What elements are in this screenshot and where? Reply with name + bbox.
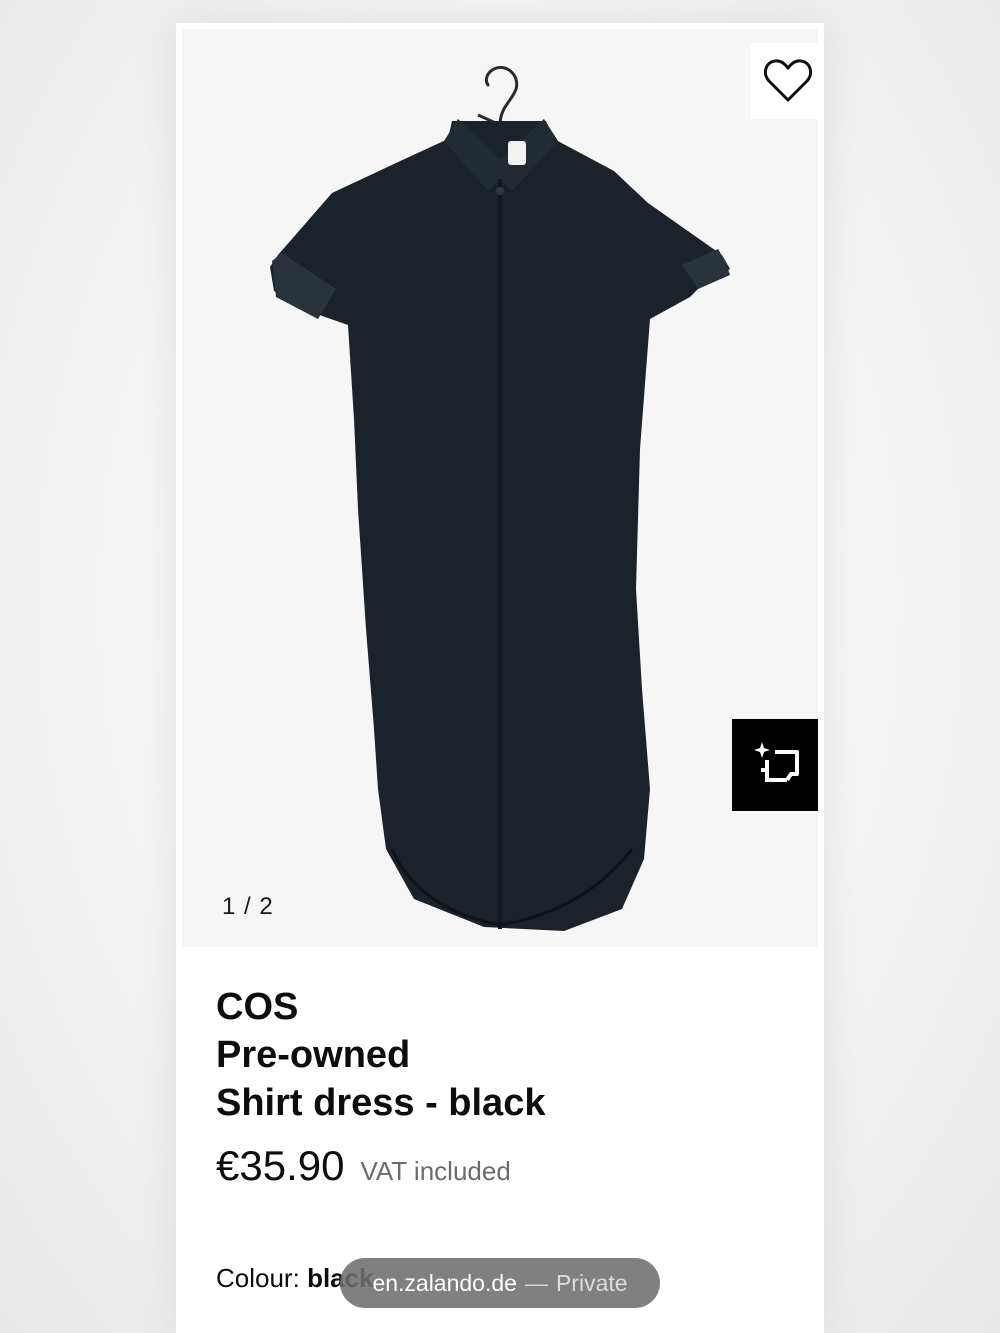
product-image[interactable] — [182, 29, 818, 947]
price-row: €35.90 VAT included — [216, 1141, 796, 1191]
product-card: 1 / 2 COS Pre-owned Shirt dress - black … — [176, 23, 824, 1333]
product-condition: Pre-owned — [216, 1034, 411, 1076]
image-pager: 1 / 2 — [222, 893, 274, 920]
colour-label: Colour: — [216, 1263, 300, 1293]
product-brand[interactable]: COS — [216, 983, 796, 1031]
browser-url-pill[interactable]: en.zalando.de — Private — [340, 1258, 660, 1308]
browser-separator: — — [524, 1269, 548, 1296]
heart-outline-icon — [763, 59, 813, 102]
find-similar-button[interactable] — [732, 719, 818, 811]
sparkle-crop-icon — [754, 742, 799, 782]
product-gallery[interactable]: 1 / 2 — [182, 29, 818, 947]
product-name: Shirt dress - black — [216, 1082, 546, 1124]
product-info: COS Pre-owned Shirt dress - black €35.90… — [216, 983, 796, 1191]
browser-mode: Private — [555, 1269, 628, 1296]
product-price: €35.90 — [216, 1142, 345, 1189]
wishlist-button[interactable] — [750, 43, 818, 119]
browser-domain: en.zalando.de — [372, 1269, 517, 1296]
vat-note: VAT included — [360, 1156, 511, 1186]
